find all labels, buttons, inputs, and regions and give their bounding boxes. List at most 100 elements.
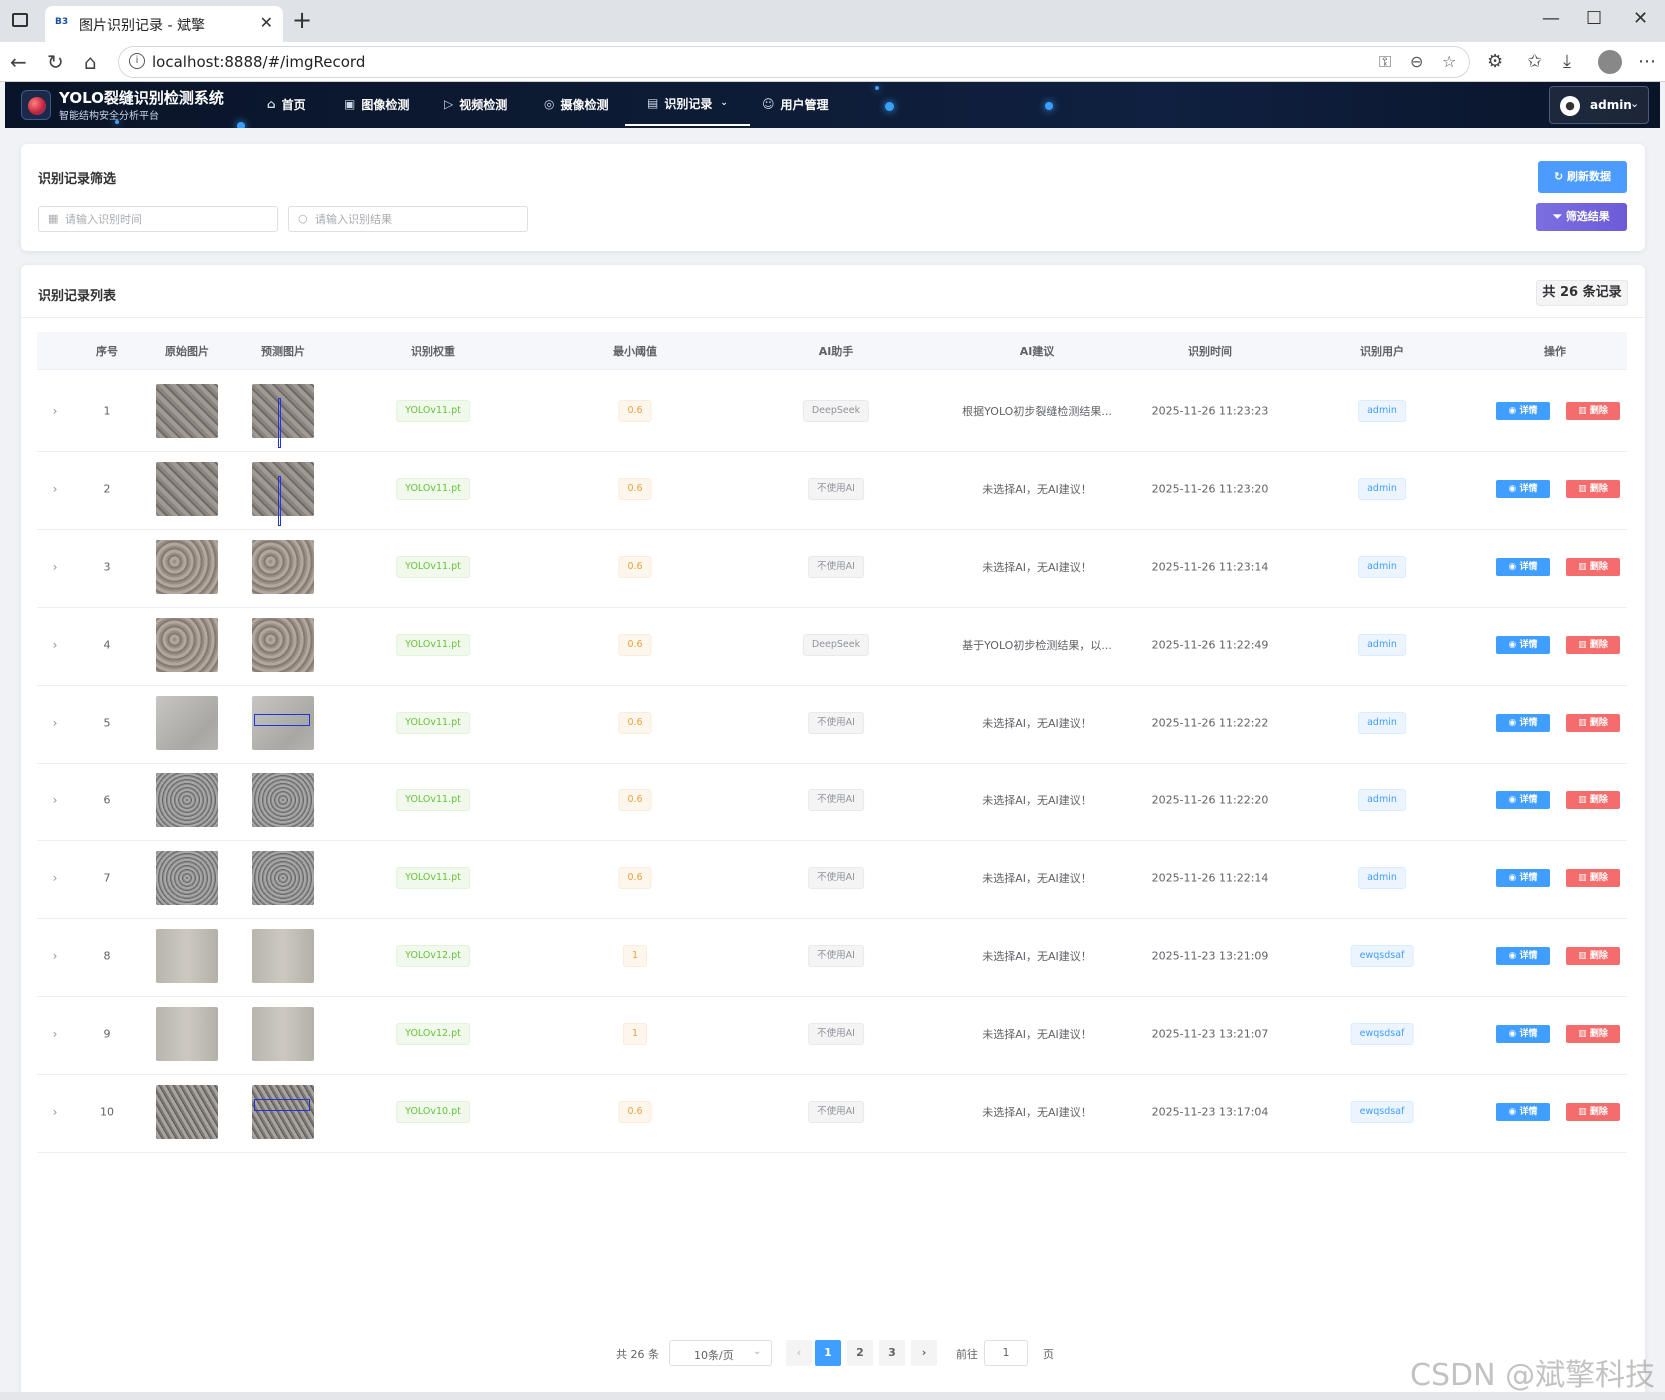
predicted-image[interactable] (252, 384, 314, 448)
extensions-icon[interactable]: ⚙ (1487, 51, 1503, 72)
reload-icon[interactable]: ↻ (47, 50, 64, 74)
close-window-icon[interactable]: ✕ (1633, 8, 1648, 29)
expand-row-icon[interactable]: › (53, 716, 58, 730)
original-image[interactable] (156, 851, 218, 905)
downloads-icon[interactable]: ⤓ (1563, 51, 1571, 72)
delete-button[interactable]: ▥ 删除 (1566, 480, 1620, 498)
profile-avatar[interactable] (1598, 50, 1622, 74)
table-row[interactable]: › 6 YOLOv11.pt 0.6 不使用AI 未选择AI，无AI建议！ 20… (37, 759, 1627, 841)
detail-button[interactable]: ◉ 详情 (1496, 1025, 1550, 1043)
nav-video-detect[interactable]: ▷ 视频检测 (444, 82, 507, 126)
result-filter-input[interactable]: ○ (288, 206, 528, 232)
page-1-button[interactable]: 1 (815, 1340, 841, 1366)
nav-records[interactable]: ▤ 识别记录 ⌄ (625, 82, 750, 126)
original-image[interactable] (156, 1085, 218, 1139)
original-image[interactable] (156, 696, 218, 750)
table-row[interactable]: › 3 YOLOv11.pt 0.6 不使用AI 未选择AI，无AI建议！ 20… (37, 526, 1627, 608)
original-image[interactable] (156, 384, 218, 438)
minimize-icon[interactable]: — (1542, 8, 1560, 29)
table-row[interactable]: › 1 YOLOv11.pt 0.6 DeepSeek 根据YOLO初步裂缝检测… (37, 370, 1627, 452)
detail-button[interactable]: ◉ 详情 (1496, 558, 1550, 576)
delete-button[interactable]: ▥ 删除 (1566, 869, 1620, 887)
delete-button[interactable]: ▥ 删除 (1566, 714, 1620, 732)
more-menu-icon[interactable]: ⋯ (1638, 51, 1656, 72)
expand-row-icon[interactable]: › (53, 638, 58, 652)
table-row[interactable]: › 9 YOLOv12.pt 1 不使用AI 未选择AI，无AI建议！ 2025… (37, 993, 1627, 1075)
table-row[interactable]: › 4 YOLOv11.pt 0.6 DeepSeek 基于YOLO初步检测结果… (37, 604, 1627, 686)
refresh-button[interactable]: ↻ 刷新数据 (1538, 161, 1627, 193)
user-menu[interactable]: ● admin ⌄ (1549, 86, 1649, 124)
predicted-image[interactable] (252, 540, 314, 594)
next-page-button[interactable]: › (911, 1340, 937, 1366)
predicted-image[interactable] (252, 929, 314, 983)
url-field[interactable]: i localhost:8888/#/imgRecord ⚿ ⊖ ☆ (118, 46, 1470, 78)
page-size-select[interactable]: 10条/页 ⌄ (669, 1340, 772, 1366)
predicted-image[interactable] (252, 1085, 314, 1139)
page-2-button[interactable]: 2 (847, 1340, 873, 1366)
browser-tab[interactable]: B3 图片识别记录 - 斌擎 ✕ (45, 6, 283, 42)
nav-camera-detect[interactable]: ◎ 摄像检测 (544, 82, 609, 126)
page-3-button[interactable]: 3 (879, 1340, 905, 1366)
table-row[interactable]: › 5 YOLOv11.pt 0.6 不使用AI 未选择AI，无AI建议！ 20… (37, 682, 1627, 764)
predicted-image[interactable] (252, 696, 314, 750)
table-row[interactable]: › 10 YOLOv10.pt 0.6 不使用AI 未选择AI，无AI建议！ 2… (37, 1071, 1627, 1153)
expand-row-icon[interactable]: › (53, 404, 58, 418)
key-icon[interactable]: ⚿ (1379, 52, 1391, 72)
expand-row-icon[interactable]: › (53, 871, 58, 885)
expand-row-icon[interactable]: › (53, 1105, 58, 1119)
result-filter-field[interactable] (315, 210, 515, 228)
favorites-icon[interactable]: ✩ (1527, 51, 1542, 72)
close-tab-icon[interactable]: ✕ (260, 13, 273, 32)
time-filter-field[interactable] (65, 210, 265, 228)
delete-button[interactable]: ▥ 删除 (1566, 636, 1620, 654)
app-logo[interactable] (21, 90, 51, 120)
original-image[interactable] (156, 929, 218, 983)
window-menu-icon[interactable] (12, 13, 28, 27)
detail-button[interactable]: ◉ 详情 (1496, 714, 1550, 732)
star-icon[interactable]: ☆ (1442, 52, 1456, 71)
table-row[interactable]: › 8 YOLOv12.pt 1 不使用AI 未选择AI，无AI建议！ 2025… (37, 915, 1627, 997)
detail-button[interactable]: ◉ 详情 (1496, 636, 1550, 654)
detail-button[interactable]: ◉ 详情 (1496, 480, 1550, 498)
predicted-image[interactable] (252, 851, 314, 905)
table-row[interactable]: › 2 YOLOv11.pt 0.6 不使用AI 未选择AI，无AI建议！ 20… (37, 448, 1627, 530)
expand-row-icon[interactable]: › (53, 482, 58, 496)
detail-button[interactable]: ◉ 详情 (1496, 791, 1550, 809)
maximize-icon[interactable]: ☐ (1586, 8, 1602, 29)
delete-button[interactable]: ▥ 删除 (1566, 791, 1620, 809)
site-info-icon[interactable]: i (129, 53, 145, 69)
back-icon[interactable]: ← (10, 50, 27, 74)
predicted-image[interactable] (252, 462, 314, 526)
predicted-image[interactable] (252, 773, 314, 827)
table-row[interactable]: › 7 YOLOv11.pt 0.6 不使用AI 未选择AI，无AI建议！ 20… (37, 837, 1627, 919)
original-image[interactable] (156, 1007, 218, 1061)
detail-button[interactable]: ◉ 详情 (1496, 402, 1550, 420)
original-image[interactable] (156, 773, 218, 827)
original-image[interactable] (156, 540, 218, 594)
delete-button[interactable]: ▥ 删除 (1566, 558, 1620, 576)
expand-row-icon[interactable]: › (53, 560, 58, 574)
predicted-image[interactable] (252, 618, 314, 672)
delete-button[interactable]: ▥ 删除 (1566, 1025, 1620, 1043)
expand-row-icon[interactable]: › (53, 949, 58, 963)
delete-button[interactable]: ▥ 删除 (1566, 947, 1620, 965)
zoom-icon[interactable]: ⊖ (1410, 52, 1423, 71)
predicted-image[interactable] (252, 1007, 314, 1061)
home-browser-icon[interactable]: ⌂ (84, 50, 97, 74)
time-filter-input[interactable]: ▦ (38, 206, 278, 232)
nav-image-detect[interactable]: ▣ 图像检测 (344, 82, 409, 126)
filter-button[interactable]: ⏷ 筛选结果 (1536, 203, 1627, 231)
original-image[interactable] (156, 462, 218, 516)
expand-row-icon[interactable]: › (53, 793, 58, 807)
nav-user-manage[interactable]: ☺ 用户管理 (762, 82, 829, 126)
prev-page-button[interactable]: ‹ (786, 1340, 812, 1366)
delete-button[interactable]: ▥ 删除 (1566, 402, 1620, 420)
goto-page-input[interactable]: 1 (984, 1340, 1028, 1366)
detail-button[interactable]: ◉ 详情 (1496, 1103, 1550, 1121)
new-tab-icon[interactable]: + (292, 6, 312, 34)
detail-button[interactable]: ◉ 详情 (1496, 869, 1550, 887)
delete-button[interactable]: ▥ 删除 (1566, 1103, 1620, 1121)
detail-button[interactable]: ◉ 详情 (1496, 947, 1550, 965)
expand-row-icon[interactable]: › (53, 1027, 58, 1041)
nav-home[interactable]: ⌂ 首页 (267, 82, 306, 126)
